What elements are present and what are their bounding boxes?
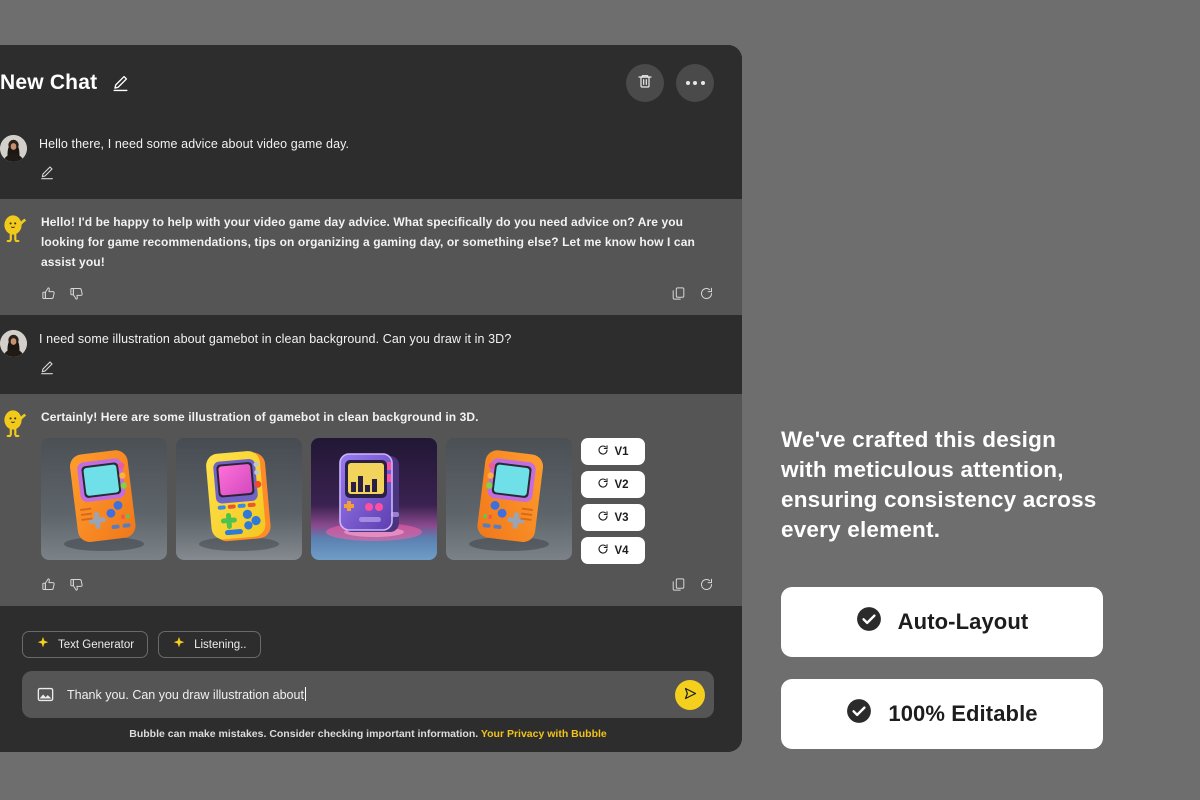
message-text: Hello! I'd be happy to help with your vi… [41,215,695,270]
version-label: V2 [614,478,629,491]
composer: Text Generator Listening.. Thank you. Ca… [0,617,742,752]
refresh-icon [597,510,609,525]
refresh-icon[interactable] [699,577,714,592]
refresh-icon [597,444,609,459]
message-bot-2: Certainly! Here are some illustration of… [0,394,742,607]
privacy-link[interactable]: Your Privacy with Bubble [481,728,607,740]
trash-icon [637,73,653,92]
message-input-field[interactable]: Thank you. Can you draw illustration abo… [67,687,675,702]
version-label: V1 [614,445,629,458]
refresh-icon [597,543,609,558]
pencil-edit-icon[interactable] [39,164,55,180]
message-input-value: Thank you. Can you draw illustration abo… [67,688,304,702]
copy-icon[interactable] [671,286,686,301]
version-label: V3 [614,511,629,524]
promo-panel: We've crafted this design with meticulou… [781,425,1121,749]
refresh-icon[interactable] [699,286,714,301]
message-input-bar[interactable]: Thank you. Can you draw illustration abo… [22,671,714,718]
version-button-v3[interactable]: V3 [581,504,645,532]
chat-panel: New Chat Hello there, I need some advice… [0,45,742,752]
version-button-v1[interactable]: V1 [581,438,645,466]
bubble-mascot-icon [0,213,30,243]
screen-root: New Chat Hello there, I need some advice… [0,0,1200,800]
message-user-2: I need some illustration about gamebot i… [0,314,742,395]
refresh-icon [597,477,609,492]
feature-label: Auto-Layout [897,608,1029,634]
generated-image-2[interactable] [176,438,302,561]
pencil-edit-icon[interactable] [39,359,55,375]
message-toolbar [41,286,714,301]
message-toolbar [41,577,714,592]
version-label: V4 [614,544,629,557]
promo-headline: We've crafted this design with meticulou… [781,427,1097,542]
message-body: I need some illustration about gamebot i… [39,329,714,380]
send-button[interactable] [675,679,705,710]
text-caret [304,687,306,701]
chip-text-generator[interactable]: Text Generator [22,631,149,658]
feature-card-list: Auto-Layout 100% Editable [781,586,1121,749]
chat-header: New Chat [0,45,742,120]
version-button-v4[interactable]: V4 [581,537,645,565]
message-body: Hello there, I need some advice about vi… [39,134,714,185]
sparkle-icon [172,636,186,653]
generated-image-grid [41,438,572,561]
copy-icon[interactable] [671,577,686,592]
disclaimer: Bubble can make mistakes. Consider check… [0,728,714,740]
check-circle-icon [856,606,882,637]
user-avatar-photo [0,329,27,357]
message-text: Hello there, I need some advice about vi… [39,137,350,151]
message-text: Certainly! Here are some illustration of… [41,410,479,425]
message-bot-1: Hello! I'd be happy to help with your vi… [0,199,742,315]
image-attachment-icon[interactable] [36,685,55,704]
send-paper-plane-icon [683,686,698,704]
message-body: Hello! I'd be happy to help with your vi… [41,213,714,301]
message-text: I need some illustration about gamebot i… [39,331,512,346]
page-title: New Chat [0,70,98,94]
bubble-mascot-icon [0,408,30,438]
user-avatar-photo [0,135,27,162]
thumbs-up-icon[interactable] [41,577,56,592]
ellipsis-icon [685,80,705,85]
generated-image-area: V1 V2 V3 V4 [41,438,714,565]
chip-label: Listening.. [194,638,247,651]
generated-image-3[interactable] [311,438,437,561]
generated-image-4[interactable] [446,438,572,561]
message-user-1: Hello there, I need some advice about vi… [0,120,742,200]
thumbs-up-icon[interactable] [41,286,56,301]
feature-card-auto-layout[interactable]: Auto-Layout [781,586,1103,657]
pencil-edit-icon[interactable] [111,73,130,92]
version-button-group: V1 V2 V3 V4 [581,438,645,565]
more-options-button[interactable] [676,63,714,102]
feature-label: 100% Editable [888,700,1038,726]
thumbs-down-icon[interactable] [69,577,84,592]
chip-listening[interactable]: Listening.. [158,631,261,658]
composer-chips: Text Generator Listening.. [0,631,714,658]
version-button-v2[interactable]: V2 [581,471,645,499]
disclaimer-text: Bubble can make mistakes. Consider check… [129,728,479,740]
header-actions [626,63,714,102]
message-body: Certainly! Here are some illustration of… [41,408,714,592]
sparkle-icon [36,636,50,653]
generated-image-1[interactable] [41,438,167,561]
conversation-list: Hello there, I need some advice about vi… [0,120,742,617]
delete-chat-button[interactable] [626,63,664,102]
check-circle-icon [846,698,872,729]
chip-label: Text Generator [58,638,135,651]
thumbs-down-icon[interactable] [69,286,84,301]
feature-card-editable[interactable]: 100% Editable [781,678,1103,749]
